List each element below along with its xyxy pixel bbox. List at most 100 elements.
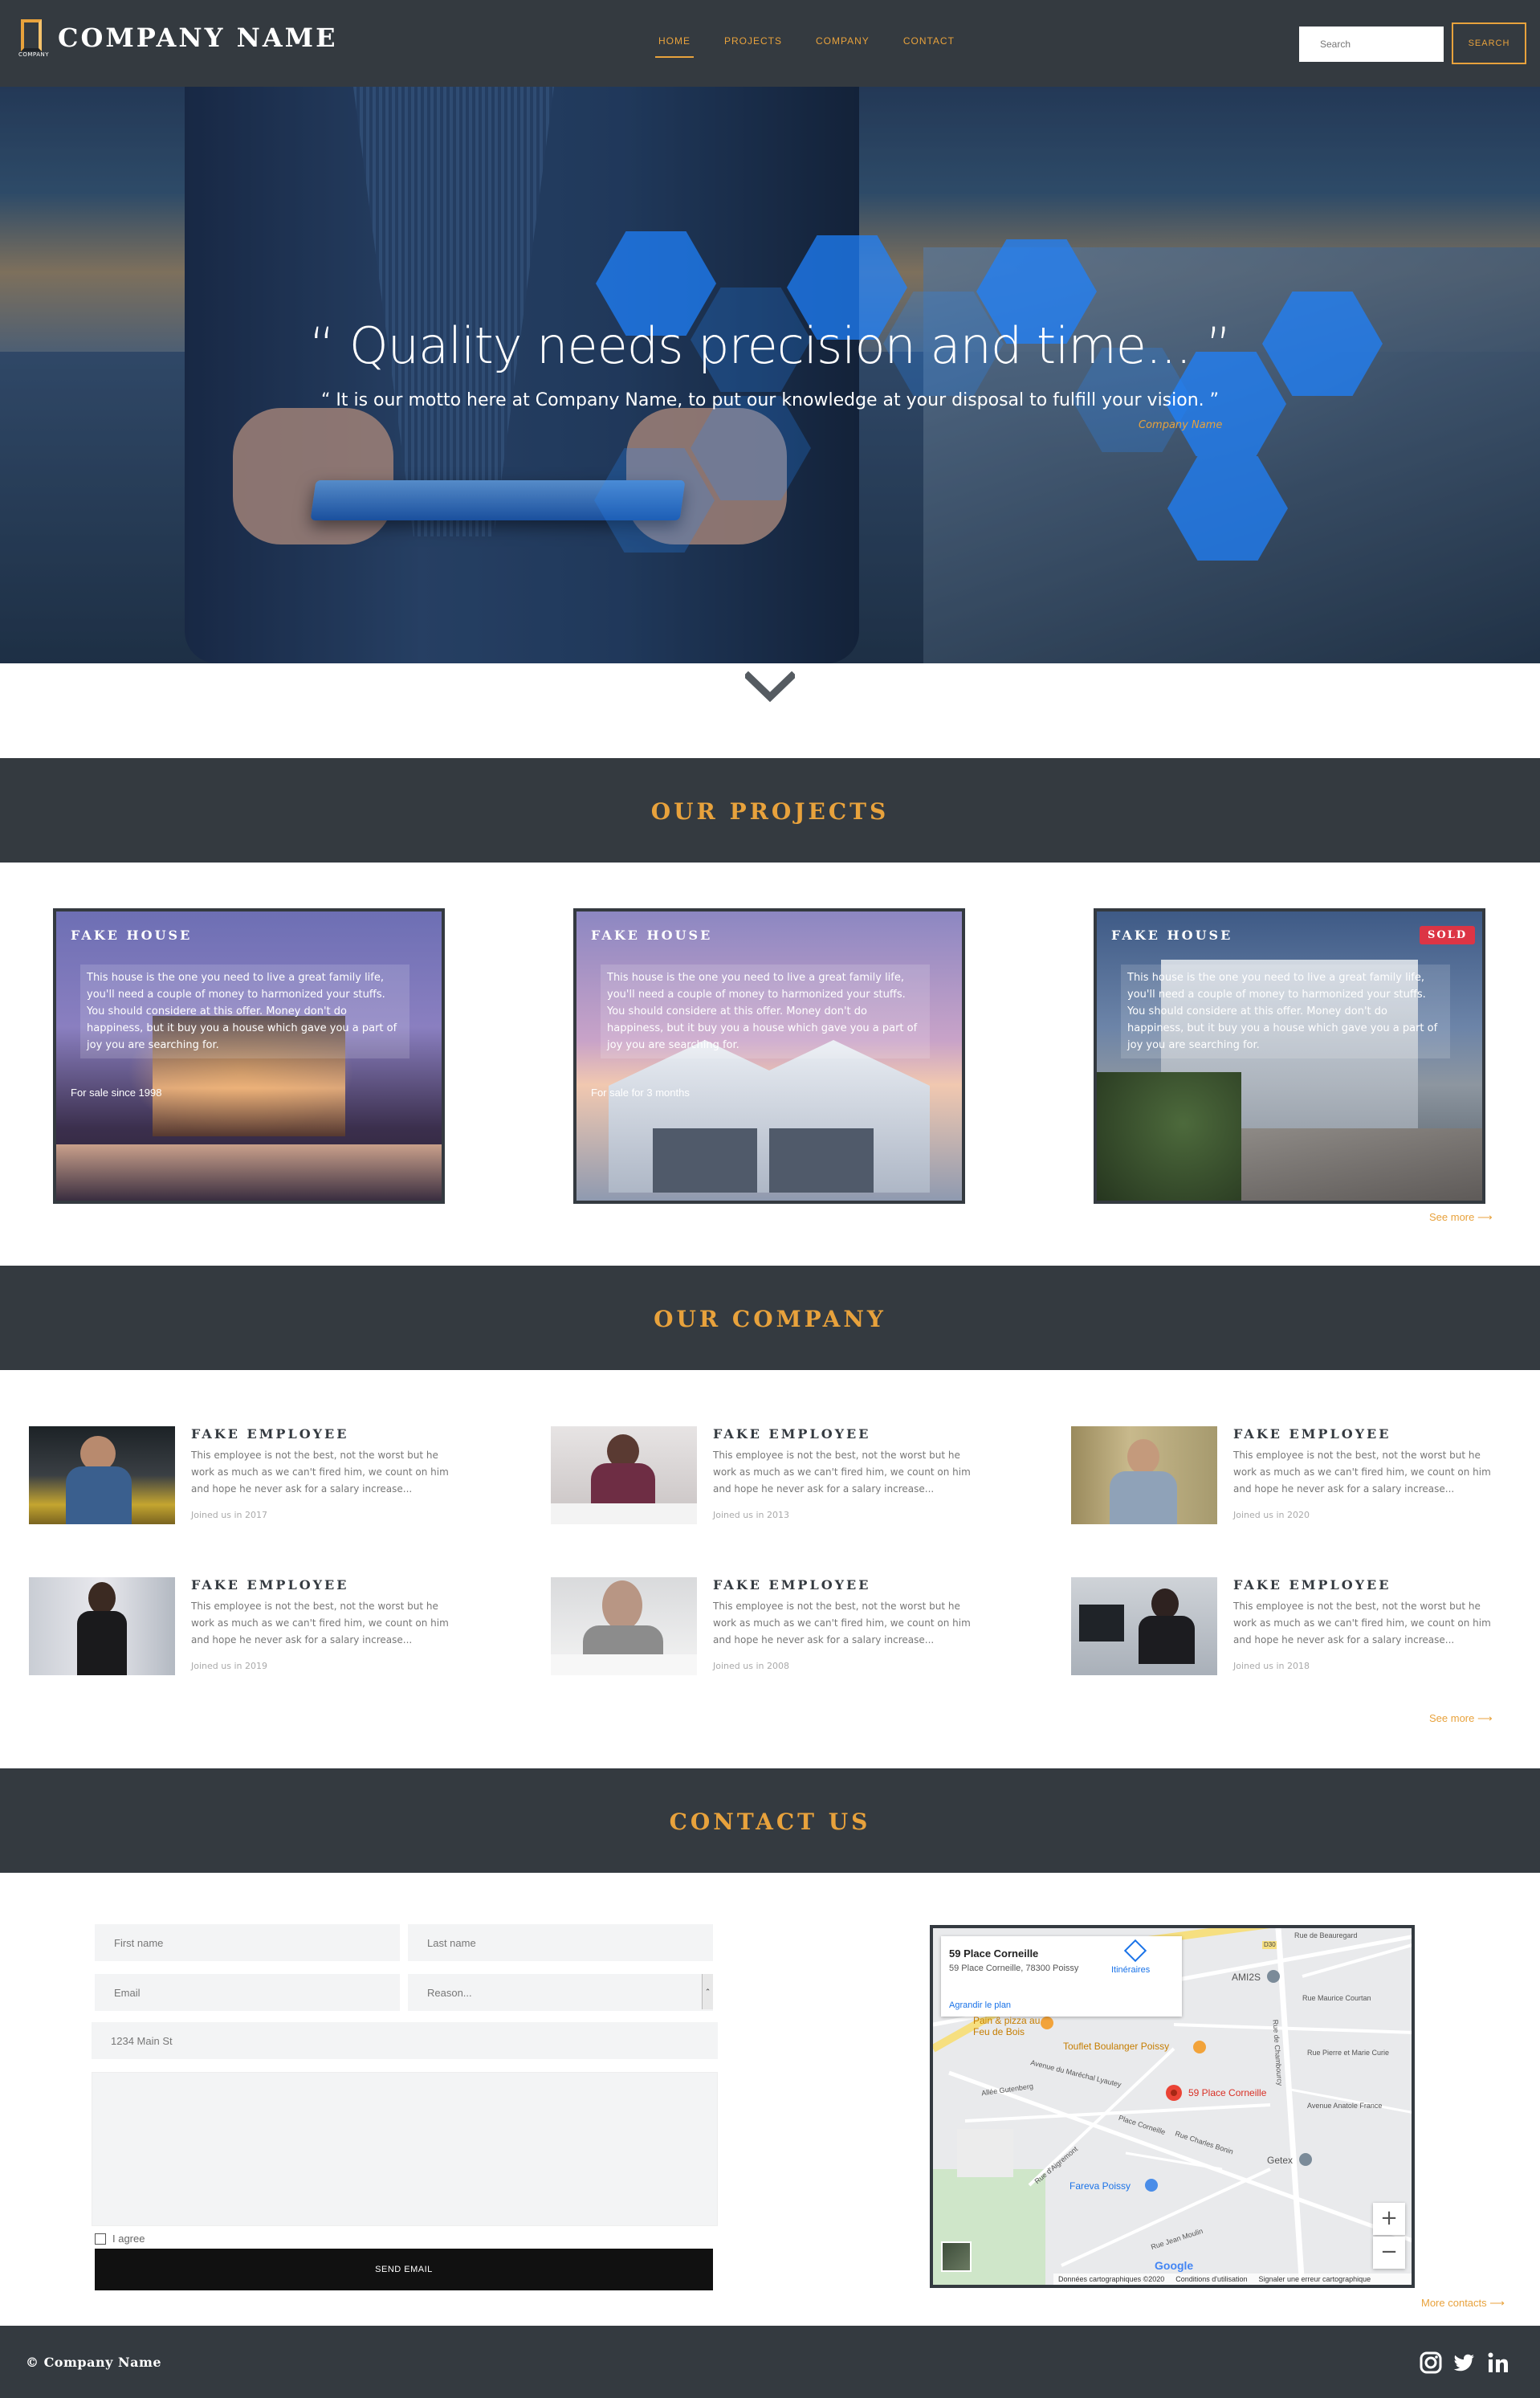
agree-checkbox[interactable] [95,2233,106,2245]
agree-checkbox-row[interactable]: I agree [95,2233,145,2245]
company-see-more-link[interactable]: See more ⟶ [1429,1712,1493,1725]
linkedin-icon[interactable] [1487,2351,1509,2374]
employee-desc: This employee is not the best, not the w… [713,1450,971,1495]
map-directions-link[interactable]: Itinéraires [1111,1965,1150,1975]
nav-company[interactable]: COMPANY [816,35,870,58]
employee-photo [29,1426,175,1524]
projects-see-more-link[interactable]: See more ⟶ [1429,1211,1493,1224]
employee-laptop [551,1654,697,1675]
hero-quote: “ Quality needs precision and time... ” [309,316,1232,375]
map-pin-label: 59 Place Corneille [1188,2087,1267,2098]
satellite-toggle[interactable] [941,2241,972,2272]
zoom-out-button[interactable]: − [1373,2237,1405,2269]
map-street: Avenue Anatole France [1307,2102,1383,2110]
nav-projects[interactable]: PROJECTS [724,35,782,58]
footer-copyright: © Company Name [26,2355,162,2370]
map-poi-fareva: Fareva Poissy [1069,2180,1131,2192]
map-terms-link[interactable]: Conditions d'utilisation [1175,2274,1247,2285]
map-enlarge-link[interactable]: Agrandir le plan [949,2000,1011,2010]
nav-contact[interactable]: CONTACT [903,35,955,58]
message-textarea[interactable] [92,2072,718,2226]
brand-name[interactable]: COMPANY NAME [58,22,337,53]
employee-name: FAKE EMPLOYEE [191,1577,349,1593]
search-button[interactable]: SEARCH [1452,22,1526,64]
employee-face [1127,1439,1159,1474]
address-field[interactable]: 1234 Main St [92,2022,718,2059]
project-card[interactable]: FAKE HOUSE SOLD This house is the one yo… [1094,908,1485,1204]
employee-name: FAKE EMPLOYEE [191,1426,349,1442]
project-card-footer: For sale since 1998 [71,1087,162,1099]
first-name-field[interactable]: First name [95,1924,400,1961]
last-name-field[interactable]: Last name [408,1924,713,1961]
scroll-down-chevron-icon[interactable] [745,671,795,703]
employee-desc: This employee is not the best, not the w… [191,1601,449,1646]
map-footer: Données cartographiques ©2020 Conditions… [1053,2274,1412,2285]
map-poi-amis: AMI2S [1232,1972,1261,1983]
projects-title: OUR PROJECTS [650,798,890,825]
hero-signature: Company Name [1139,419,1223,431]
house-street [1241,1128,1482,1201]
twitter-icon[interactable] [1453,2351,1476,2374]
house-pool [56,1144,442,1201]
employee-face [88,1582,116,1614]
nav-links: HOME PROJECTS COMPANY CONTACT [655,35,955,58]
google-logo: Google [1155,2259,1194,2272]
employee-photo [1071,1426,1217,1524]
project-card[interactable]: FAKE HOUSE This house is the one you nee… [53,908,445,1204]
employee-body [1110,1471,1177,1524]
map-poi-pizza: Pain & pizza au Feu de Bois [973,2015,1041,2037]
employee-joined: Joined us in 2008 [713,1661,789,1671]
house-garage [653,1128,757,1193]
employee-card[interactable]: FAKE EMPLOYEE This employee is not the b… [551,1577,1000,1682]
employee-name: FAKE EMPLOYEE [1233,1426,1391,1442]
employee-body [66,1466,132,1524]
employee-card[interactable]: FAKE EMPLOYEE This employee is not the b… [29,1577,479,1682]
company-header: OUR COMPANY [0,1266,1540,1370]
employee-joined: Joined us in 2013 [713,1510,789,1520]
employee-face [1151,1588,1179,1619]
employee-photo [551,1426,697,1524]
employee-body [1139,1616,1195,1664]
employee-desc: This employee is not the best, not the w… [191,1450,449,1495]
select-arrows-icon: ⌃ [702,1974,713,2009]
send-email-button[interactable]: SEND EMAIL [95,2249,713,2290]
employee-card[interactable]: FAKE EMPLOYEE This employee is not the b… [1071,1426,1521,1531]
employee-desc: This employee is not the best, not the w… [1233,1601,1491,1646]
reason-select[interactable]: Reason... ⌃ [408,1974,713,2011]
employee-card[interactable]: FAKE EMPLOYEE This employee is not the b… [29,1426,479,1531]
more-contacts-link[interactable]: More contacts ⟶ [1421,2297,1505,2310]
house-garage [769,1128,874,1193]
employee-name: FAKE EMPLOYEE [713,1426,871,1442]
map-report-link[interactable]: Signaler une erreur cartographique [1259,2274,1371,2285]
instagram-icon[interactable] [1420,2351,1442,2374]
zoom-in-button[interactable]: + [1373,2203,1405,2235]
reason-select-value: Reason... [427,1986,472,1999]
employee-desk [551,1503,697,1524]
navbar: COMPANY COMPANY NAME HOME PROJECTS COMPA… [0,0,1540,87]
project-card-title: FAKE HOUSE [1111,928,1233,943]
company-logo[interactable]: COMPANY [13,19,55,64]
employee-body [77,1611,127,1675]
map-place-card: 59 Place Corneille 59 Place Corneille, 7… [941,1936,1182,2017]
employee-name: FAKE EMPLOYEE [713,1577,871,1593]
employee-card[interactable]: FAKE EMPLOYEE This employee is not the b… [1071,1577,1521,1682]
email-field[interactable]: Email [95,1974,400,2011]
sold-badge: SOLD [1420,926,1476,944]
map-street: Rue de Beauregard [1294,1931,1358,1939]
employee-joined: Joined us in 2018 [1233,1661,1310,1671]
company-title: OUR COMPANY [654,1306,886,1332]
logo-glyph-icon [21,19,42,51]
employee-joined: Joined us in 2019 [191,1661,267,1671]
google-map[interactable]: 59 Place Corneille 59 Place Corneille, 7… [930,1925,1415,2288]
map-data-credit: Données cartographiques ©2020 [1058,2275,1165,2283]
employee-card[interactable]: FAKE EMPLOYEE This employee is not the b… [551,1426,1000,1531]
employee-face [602,1580,642,1630]
search-input[interactable] [1299,27,1444,62]
project-card-text: This house is the one you need to live a… [1121,965,1450,1058]
employee-desc: This employee is not the best, not the w… [1233,1450,1491,1495]
nav-home[interactable]: HOME [655,35,694,58]
directions-icon[interactable] [1123,1939,1147,1963]
footer: © Company Name [0,2326,1540,2398]
map-road-code: D30 [1264,1941,1276,1948]
project-card[interactable]: FAKE HOUSE This house is the one you nee… [573,908,965,1204]
